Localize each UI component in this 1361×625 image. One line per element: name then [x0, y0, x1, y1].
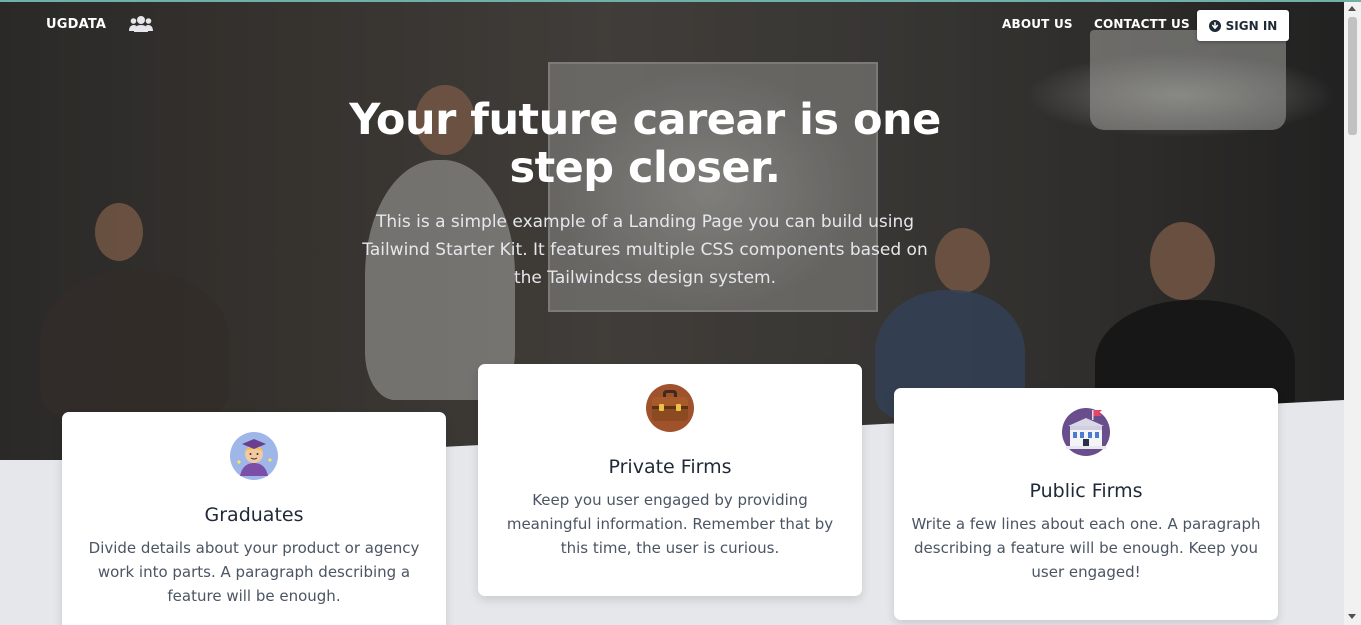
- card-description: Divide details about your product or age…: [88, 539, 420, 605]
- scroll-up-arrow-icon[interactable]: [1348, 6, 1356, 11]
- card-title: Graduates: [204, 504, 304, 526]
- briefcase-icon: [646, 384, 694, 432]
- nav-about-us-link[interactable]: ABOUT US: [1002, 17, 1073, 31]
- hero-subtitle: This is a simple example of a Landing Pa…: [362, 212, 928, 288]
- card-title: Public Firms: [1029, 480, 1143, 502]
- card-public-firms: Public Firms Write a few lines about eac…: [894, 388, 1278, 620]
- card-title: Private Firms: [608, 456, 732, 478]
- sign-in-label: SIGN IN: [1225, 18, 1278, 33]
- card-private-firms: Private Firms Keep you user engaged by p…: [478, 364, 862, 596]
- users-icon: [129, 16, 153, 32]
- card-graduates: Graduates Divide details about your prod…: [62, 412, 446, 625]
- graduate-icon: [230, 432, 278, 480]
- card-description: Write a few lines about each one. A para…: [911, 515, 1261, 581]
- person-head: [935, 228, 990, 293]
- hero-title: Your future carear is one step closer.: [349, 95, 941, 193]
- nav-contact-us-link[interactable]: CONTACTT US: [1094, 17, 1190, 31]
- page-scrollbar[interactable]: [1344, 2, 1361, 625]
- person-head: [1150, 222, 1215, 300]
- sign-in-button[interactable]: SIGN IN: [1197, 10, 1289, 41]
- building-icon: [1062, 408, 1110, 456]
- person-head: [95, 203, 143, 261]
- scrollbar-thumb[interactable]: [1348, 17, 1357, 135]
- arrow-circle-down-icon: [1208, 19, 1221, 32]
- card-description: Keep you user engaged by providing meani…: [506, 491, 834, 557]
- scroll-down-arrow-icon[interactable]: [1348, 614, 1356, 619]
- brand-name[interactable]: UGDATA: [46, 17, 106, 32]
- navbar: UGDATA ABOUT US CONTACTT US SIGN IN: [0, 2, 1344, 48]
- person-body: [40, 270, 230, 420]
